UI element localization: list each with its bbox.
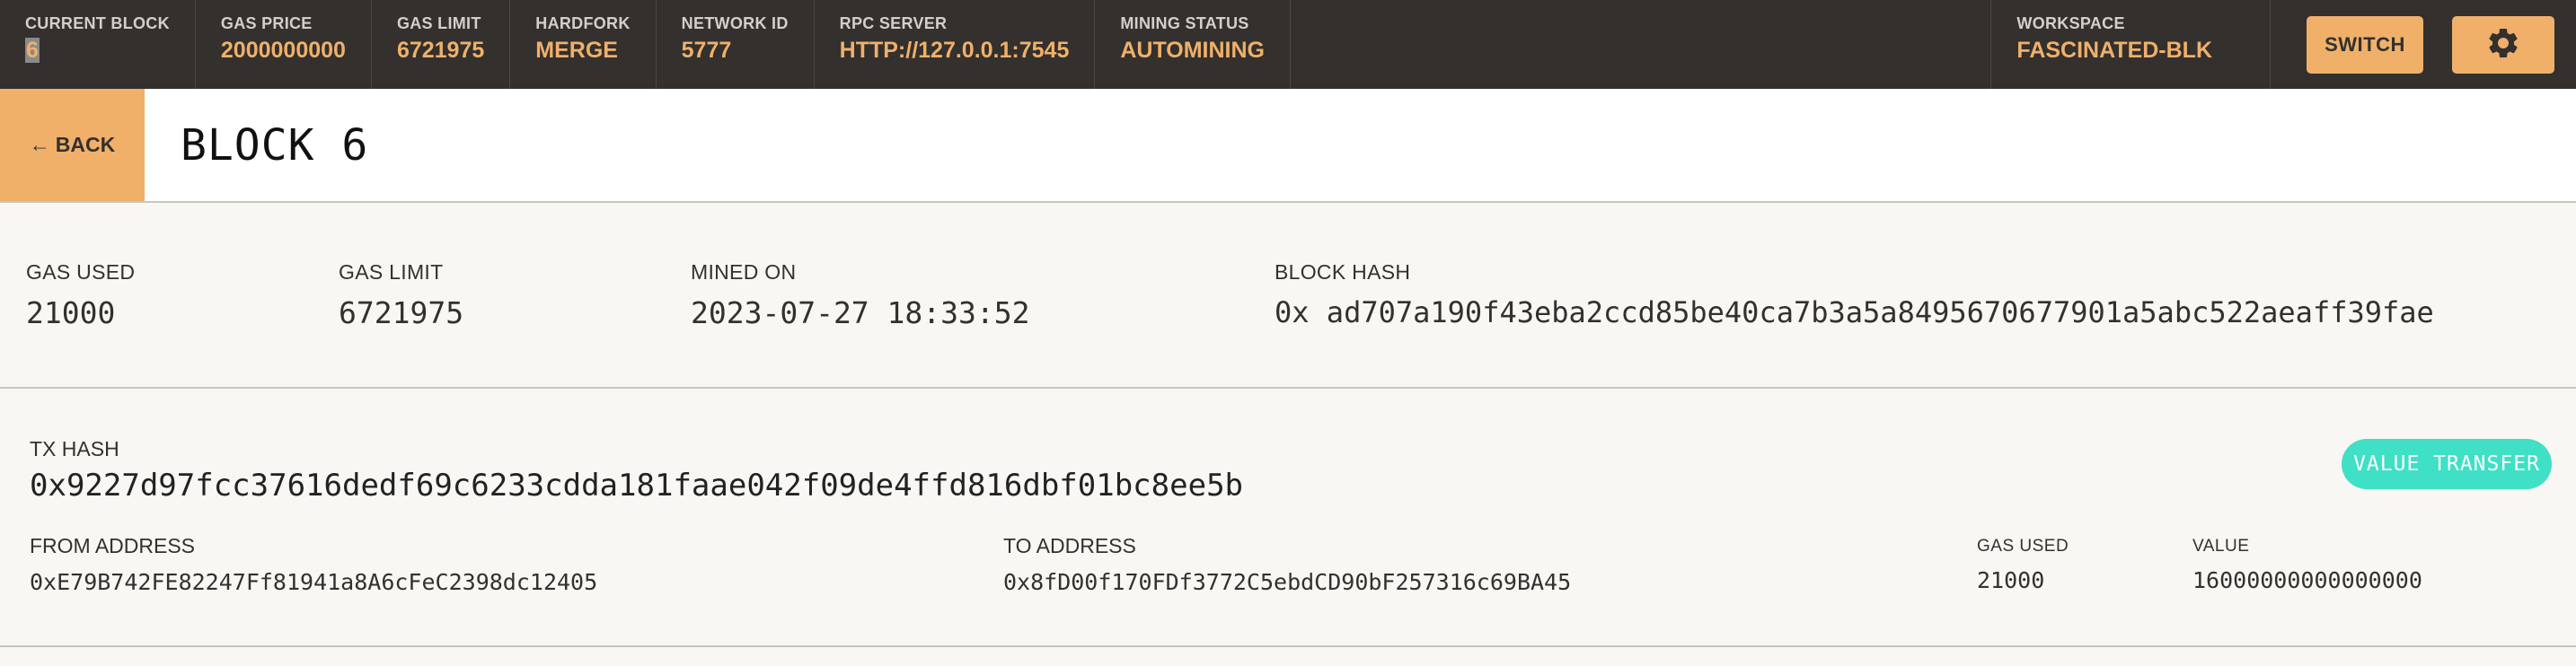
- gas-limit-value: 6721975: [396, 38, 485, 63]
- block-mined-on: MINED ON 2023-07-27 18:33:52: [691, 260, 1030, 330]
- back-label: BACK: [55, 133, 116, 156]
- network-id-label: NETWORK ID: [681, 14, 789, 32]
- mining-status-value: AUTOMINING: [1120, 38, 1266, 63]
- gas-price-value: 2000000000: [220, 38, 346, 63]
- block-hash-label: BLOCK HASH: [1275, 260, 1411, 284]
- current-block-number: 6: [25, 38, 40, 63]
- block-mined-on-label: MINED ON: [691, 260, 797, 284]
- tx-from-value: 0xE79B742FE82247Ff81941a8A6cFeC2398dc124…: [30, 569, 598, 595]
- page-title: BLOCK 6: [181, 119, 369, 171]
- network-id-stat: NETWORK ID 5777: [657, 0, 815, 89]
- settings-button[interactable]: [2452, 15, 2554, 74]
- gas-limit-label: GAS LIMIT: [396, 14, 481, 32]
- current-block-value: 6: [25, 36, 170, 65]
- block-mined-on-value: 2023-07-27 18:33:52: [691, 295, 1030, 330]
- gas-price-label: GAS PRICE: [220, 14, 313, 32]
- topbar-actions: SWITCH: [2271, 0, 2576, 89]
- block-gas-limit: GAS LIMIT 6721975: [339, 260, 463, 330]
- workspace-label: WORKSPACE: [2016, 14, 2125, 32]
- current-block-stat: CURRENT BLOCK 6: [0, 0, 196, 89]
- top-status-bar: CURRENT BLOCK 6 GAS PRICE 2000000000 GAS…: [0, 0, 2576, 89]
- tx-gas-used: GAS USED 21000: [1977, 534, 2069, 593]
- block-gas-used-label: GAS USED: [26, 260, 136, 284]
- transaction-row[interactable]: TX HASH 0x9227d97fcc37616dedf69c6233cdda…: [0, 389, 2576, 647]
- tx-value-label: VALUE: [2192, 537, 2250, 556]
- block-hash-value: 0x ad707a190f43eba2ccd85be40ca7b3a5a8495…: [1275, 295, 2434, 329]
- mining-status-stat: MINING STATUS AUTOMINING: [1095, 0, 1292, 89]
- switch-workspace-button[interactable]: SWITCH: [2307, 15, 2423, 74]
- block-gas-used-value: 21000: [26, 295, 116, 330]
- tx-value: VALUE 16000000000000000: [2192, 534, 2422, 593]
- tx-hash-label: TX HASH: [30, 437, 119, 460]
- tx-gas-used-value: 21000: [1977, 567, 2045, 593]
- mining-status-label: MINING STATUS: [1120, 14, 1249, 32]
- network-id-value: 5777: [681, 38, 732, 63]
- gas-limit-stat: GAS LIMIT 6721975: [372, 0, 511, 89]
- block-info-panel: GAS USED 21000 GAS LIMIT 6721975 MINED O…: [0, 203, 2576, 389]
- tx-to-value: 0x8fD00f170FDf3772C5ebdCD90bF257316c69BA…: [1003, 569, 1572, 595]
- tx-to-address: TO ADDRESS 0x8fD00f170FDf3772C5ebdCD90bF…: [1003, 534, 1571, 595]
- rpc-server-value: HTTP://127.0.0.1:7545: [839, 38, 1070, 63]
- hardfork-label: HARDFORK: [535, 14, 631, 32]
- tx-value-value: 16000000000000000: [2192, 567, 2422, 593]
- block-header: ← BACK BLOCK 6: [0, 89, 2576, 203]
- left-arrow-icon: ←: [29, 133, 50, 156]
- rpc-server-stat: RPC SERVER HTTP://127.0.0.1:7545: [815, 0, 1096, 89]
- gear-icon: [2485, 25, 2521, 64]
- hardfork-value: MERGE: [535, 38, 618, 63]
- tx-to-label: TO ADDRESS: [1003, 534, 1136, 557]
- tx-hash-value: 0x9227d97fcc37616dedf69c6233cdda181faae0…: [30, 468, 1244, 504]
- gas-price-stat: GAS PRICE 2000000000: [196, 0, 372, 89]
- block-hash: BLOCK HASH 0x ad707a190f43eba2ccd85be40c…: [1275, 260, 2434, 329]
- tx-from-address: FROM ADDRESS 0xE79B742FE82247Ff81941a8A6…: [30, 534, 597, 595]
- tx-from-label: FROM ADDRESS: [30, 534, 196, 557]
- block-gas-limit-value: 6721975: [339, 295, 464, 330]
- current-block-label: CURRENT BLOCK: [25, 14, 170, 32]
- hardfork-stat: HARDFORK MERGE: [510, 0, 657, 89]
- workspace-stat: WORKSPACE FASCINATED-BLK: [1990, 0, 2271, 89]
- block-gas-limit-label: GAS LIMIT: [339, 260, 444, 284]
- back-button[interactable]: ← BACK: [0, 89, 145, 201]
- workspace-value: FASCINATED-BLK: [2016, 38, 2212, 63]
- tx-gas-used-label: GAS USED: [1977, 537, 2069, 556]
- block-gas-used: GAS USED 21000: [26, 260, 135, 330]
- rpc-server-label: RPC SERVER: [839, 14, 948, 32]
- tx-type-badge: VALUE TRANSFER: [2342, 439, 2552, 489]
